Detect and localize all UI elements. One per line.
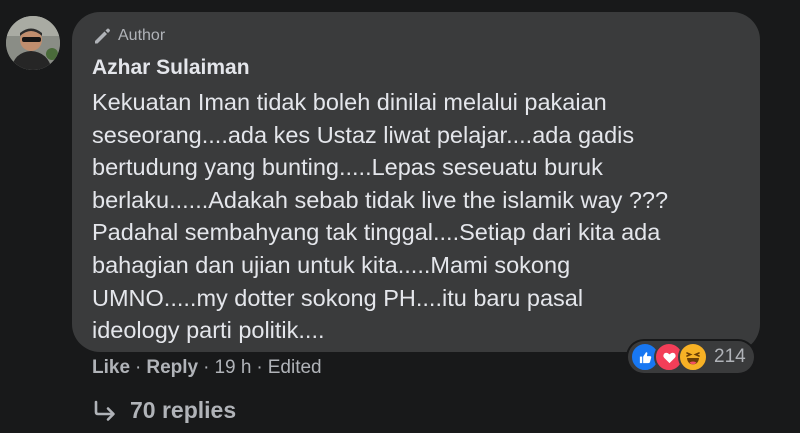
author-badge-label: Author xyxy=(118,27,166,44)
reply-button[interactable]: Reply xyxy=(146,357,198,379)
haha-reaction-icon xyxy=(678,342,708,372)
view-replies-button[interactable]: 70 replies xyxy=(92,397,236,424)
separator-dot: · xyxy=(135,357,142,378)
reactions-summary[interactable]: 214 xyxy=(628,341,754,373)
author-badge: Author xyxy=(92,26,165,46)
comment-text: Kekuatan Iman tidak boleh dinilai melalu… xyxy=(92,89,669,344)
avatar[interactable] xyxy=(6,16,60,70)
pencil-icon xyxy=(95,28,110,44)
separator-dot: · xyxy=(256,357,263,378)
comment-bubble: Author Azhar Sulaiman Kekuatan Iman tida… xyxy=(72,12,760,352)
like-button[interactable]: Like xyxy=(92,357,130,379)
replies-count-label: 70 replies xyxy=(130,397,237,423)
reaction-count: 214 xyxy=(714,346,746,367)
separator-dot: · xyxy=(203,357,210,378)
profile-photo-icon xyxy=(6,16,60,70)
reply-arrow-icon xyxy=(94,400,115,421)
comment-actions: Like · Reply · 19 h · Edited xyxy=(92,357,322,379)
edited-label[interactable]: Edited xyxy=(268,357,322,379)
author-name[interactable]: Azhar Sulaiman xyxy=(92,56,250,80)
timestamp[interactable]: 19 h xyxy=(214,357,251,379)
